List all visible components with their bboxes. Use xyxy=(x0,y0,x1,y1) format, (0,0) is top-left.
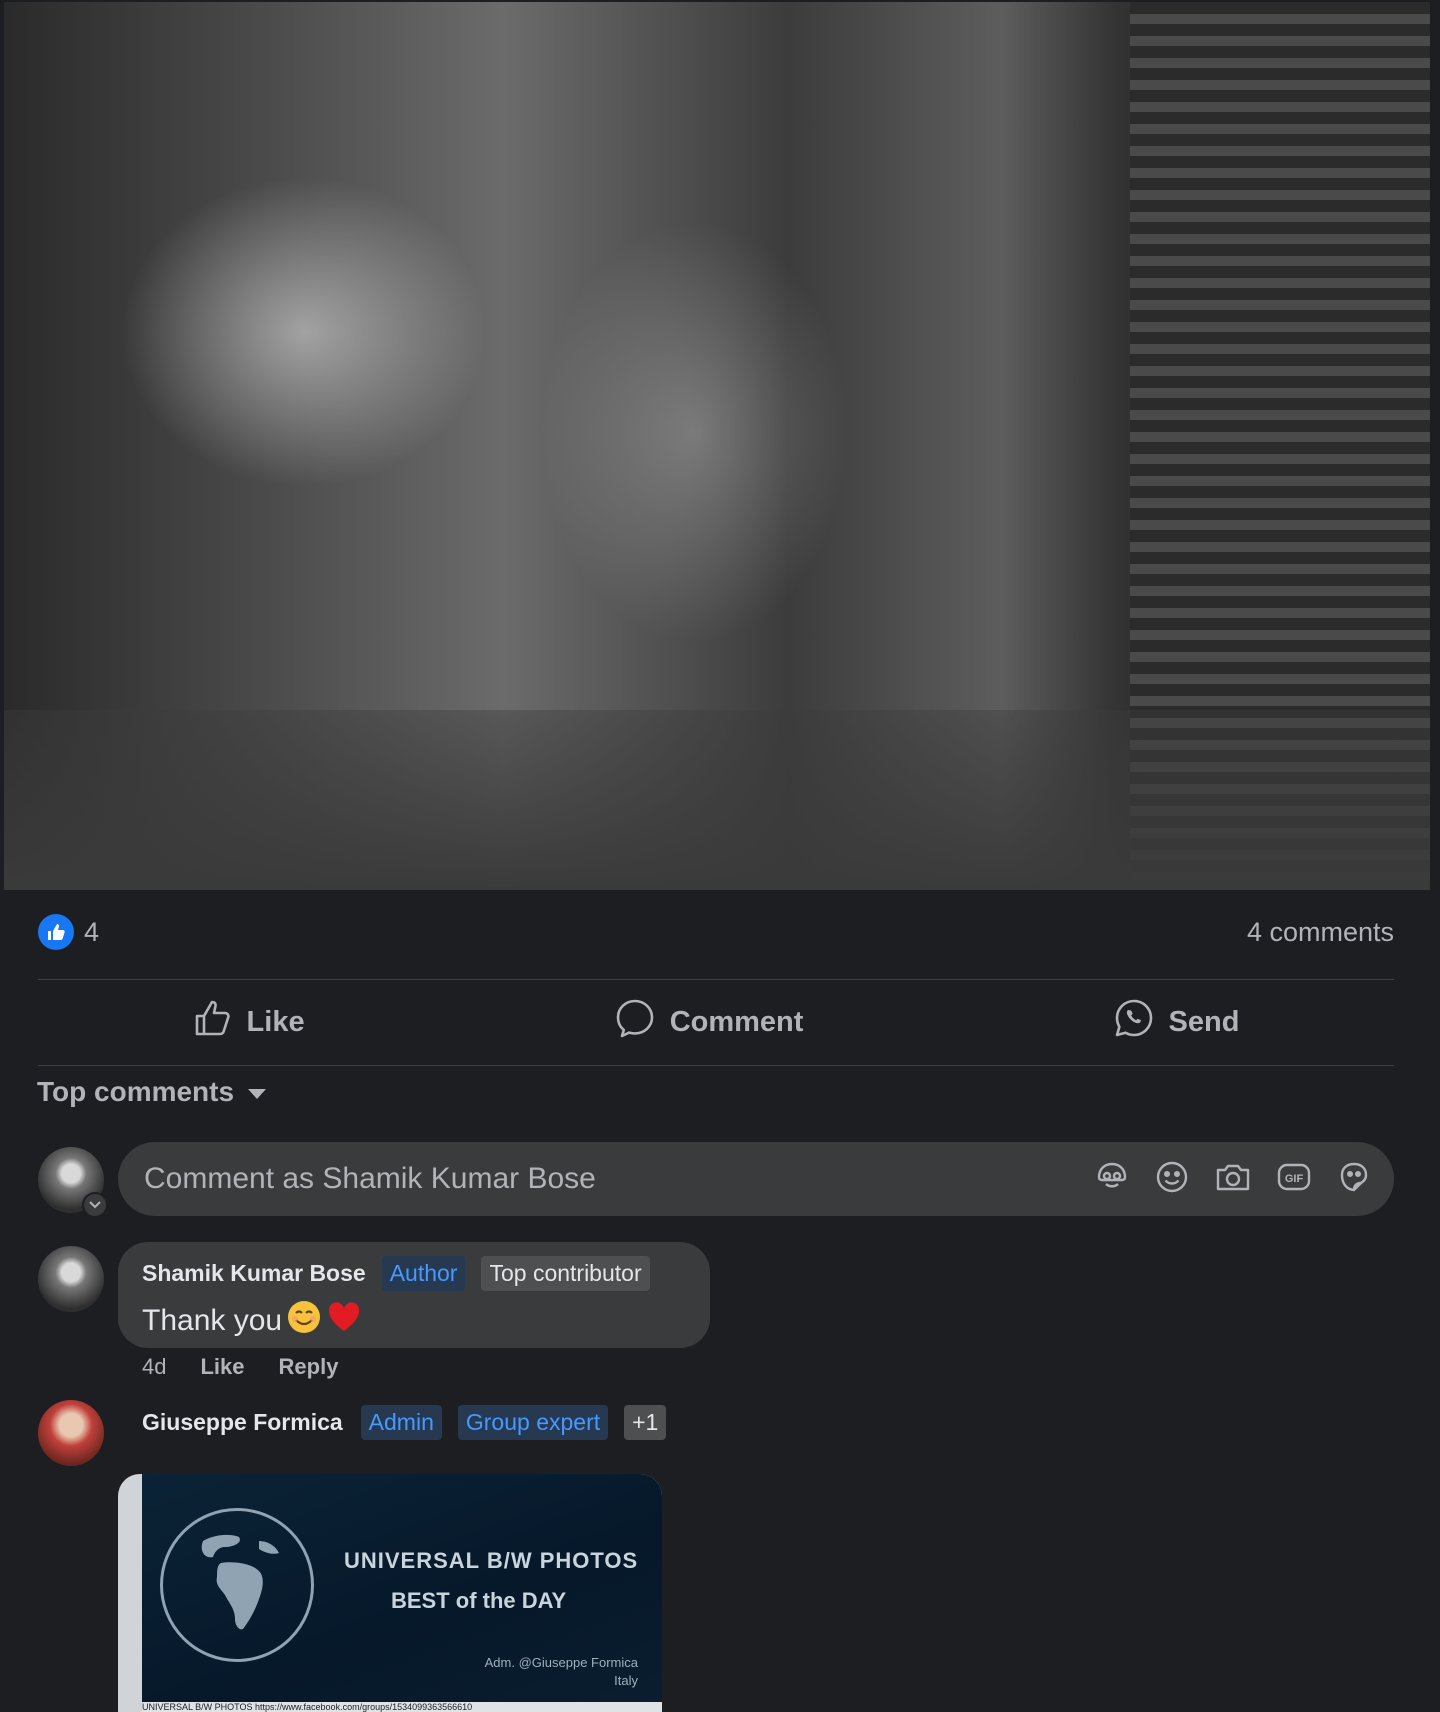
attachment-credit-country: Italy xyxy=(614,1673,638,1688)
comment-sort-label: Top comments xyxy=(37,1076,235,1107)
thumbs-up-icon xyxy=(193,998,233,1046)
gif-icon[interactable]: GIF xyxy=(1276,1159,1312,1200)
speech-bubble-icon xyxy=(614,997,656,1047)
like-icon xyxy=(38,914,74,950)
sticker-icon[interactable] xyxy=(1336,1159,1372,1200)
comment-composer: GIF xyxy=(118,1142,1394,1216)
comment-header: Giuseppe Formica Admin Group expert +1 xyxy=(142,1405,667,1440)
comment-author-name[interactable]: Giuseppe Formica xyxy=(142,1409,343,1436)
comment-header: Shamik Kumar Bose Author Top contributor xyxy=(142,1256,686,1291)
reaction-summary[interactable]: 4 xyxy=(38,914,99,950)
author-badge[interactable]: Author xyxy=(381,1256,466,1291)
send-button[interactable]: Send xyxy=(1113,997,1240,1047)
post-actions: Like Comment Send xyxy=(38,980,1394,1064)
comment-button-label: Comment xyxy=(669,1005,804,1038)
svg-text:GIF: GIF xyxy=(1285,1173,1304,1185)
comment-input[interactable] xyxy=(142,1161,1046,1197)
smiling-face-emoji-icon xyxy=(286,1299,322,1343)
comment-button[interactable]: Comment xyxy=(614,997,804,1047)
avatar-sticker-icon[interactable] xyxy=(1094,1159,1130,1200)
comment-timestamp[interactable]: 4d xyxy=(142,1354,166,1380)
comment-reply-button[interactable]: Reply xyxy=(279,1354,339,1380)
red-heart-emoji-icon xyxy=(326,1299,362,1343)
like-button-label: Like xyxy=(246,1005,305,1038)
whatsapp-icon xyxy=(1113,997,1155,1047)
attachment-footer: UNIVERSAL B/W PHOTOS https://www.faceboo… xyxy=(142,1702,662,1712)
attachment-banner: UNIVERSAL B/W PHOTOS BEST of the DAY Adm… xyxy=(142,1474,662,1712)
comment-text-row: Thank you xyxy=(142,1299,686,1343)
more-badges-badge[interactable]: +1 xyxy=(624,1405,667,1440)
attachment-title: UNIVERSAL B/W PHOTOS xyxy=(344,1548,639,1573)
attachment-credit-line: Adm. @Giuseppe Formica xyxy=(484,1655,638,1670)
photo-ground xyxy=(4,710,1430,890)
comment-actions: 4d Like Reply xyxy=(142,1354,338,1380)
chevron-down-icon[interactable] xyxy=(82,1192,108,1218)
top-contributor-badge[interactable]: Top contributor xyxy=(481,1256,650,1291)
divider xyxy=(38,1065,1394,1066)
comment-bubble: Shamik Kumar Bose Author Top contributor… xyxy=(118,1242,710,1348)
globe-icon xyxy=(160,1508,314,1662)
group-expert-badge[interactable]: Group expert xyxy=(457,1405,609,1440)
reaction-row: 4 4 comments xyxy=(38,912,1394,952)
admin-badge[interactable]: Admin xyxy=(360,1405,442,1440)
comment-like-button[interactable]: Like xyxy=(200,1354,244,1380)
camera-icon[interactable] xyxy=(1214,1159,1252,1200)
comment-author-avatar[interactable] xyxy=(38,1246,104,1312)
comment-count[interactable]: 4 comments xyxy=(1247,917,1394,948)
composer-icons: GIF xyxy=(1094,1159,1372,1200)
comment-author-avatar[interactable] xyxy=(38,1400,104,1466)
reaction-count: 4 xyxy=(84,916,100,947)
emoji-icon[interactable] xyxy=(1154,1159,1190,1200)
comment-text: Thank you xyxy=(142,1304,283,1337)
caret-down-icon xyxy=(246,1076,268,1108)
attachment-subtitle: BEST of the DAY xyxy=(391,1588,567,1613)
attachment-credit: Adm. @Giuseppe Formica Italy xyxy=(485,1654,638,1690)
comment-image-attachment[interactable]: UNIVERSAL B/W PHOTOS BEST of the DAY Adm… xyxy=(118,1474,662,1712)
comment-author-name[interactable]: Shamik Kumar Bose xyxy=(142,1260,366,1287)
send-button-label: Send xyxy=(1168,1005,1240,1038)
post-photo[interactable] xyxy=(4,2,1430,890)
like-button[interactable]: Like xyxy=(193,998,305,1046)
comment-sort-dropdown[interactable]: Top comments xyxy=(37,1076,268,1108)
